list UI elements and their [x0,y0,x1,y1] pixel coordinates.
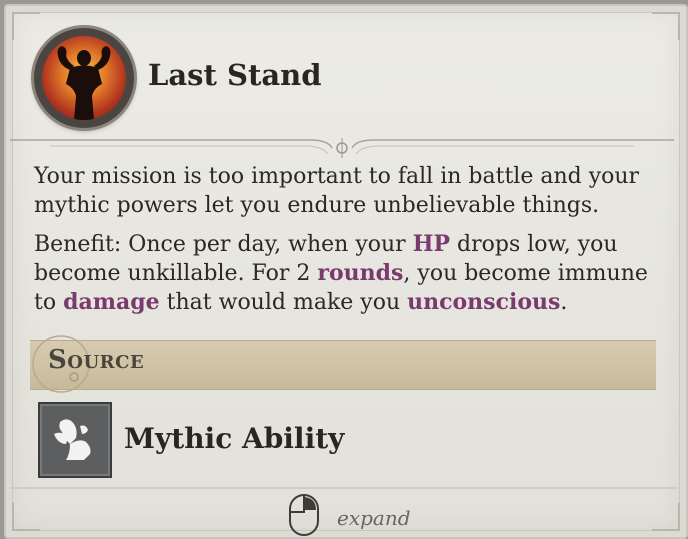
ornamental-divider [10,138,674,158]
expand-hint[interactable]: expand [337,506,411,530]
corner-ornament [12,503,40,531]
corner-ornament [652,12,680,40]
corner-ornament [12,12,40,40]
source-header: Source [48,345,145,375]
keyword-link-hp[interactable]: HP [413,231,450,257]
flavor-text: Your mission is too important to fall in… [34,164,640,218]
ability-portrait [34,28,134,128]
benefit-text-part: . [560,290,568,315]
keyword-link-damage[interactable]: damage [63,289,160,315]
footer-divider [10,487,678,489]
mythic-ability-icon [40,404,110,476]
benefit-text: Benefit: Once per day, when your HP drop… [34,230,654,317]
flexing-warrior-icon [57,46,111,120]
corner-ornament [652,503,680,531]
keyword-link-unconscious[interactable]: unconscious [407,289,560,315]
benefit-text-part: that would make you [159,290,408,315]
source-item-label: Mythic Ability [124,422,345,455]
winged-emblem-icon [54,419,91,460]
keyword-link-rounds[interactable]: rounds [317,260,403,286]
ability-title: Last Stand [148,58,322,92]
ability-description: Your mission is too important to fall in… [34,162,654,327]
mouse-icon[interactable] [287,492,321,538]
benefit-text-part: Benefit: Once per day, when your [34,232,413,257]
